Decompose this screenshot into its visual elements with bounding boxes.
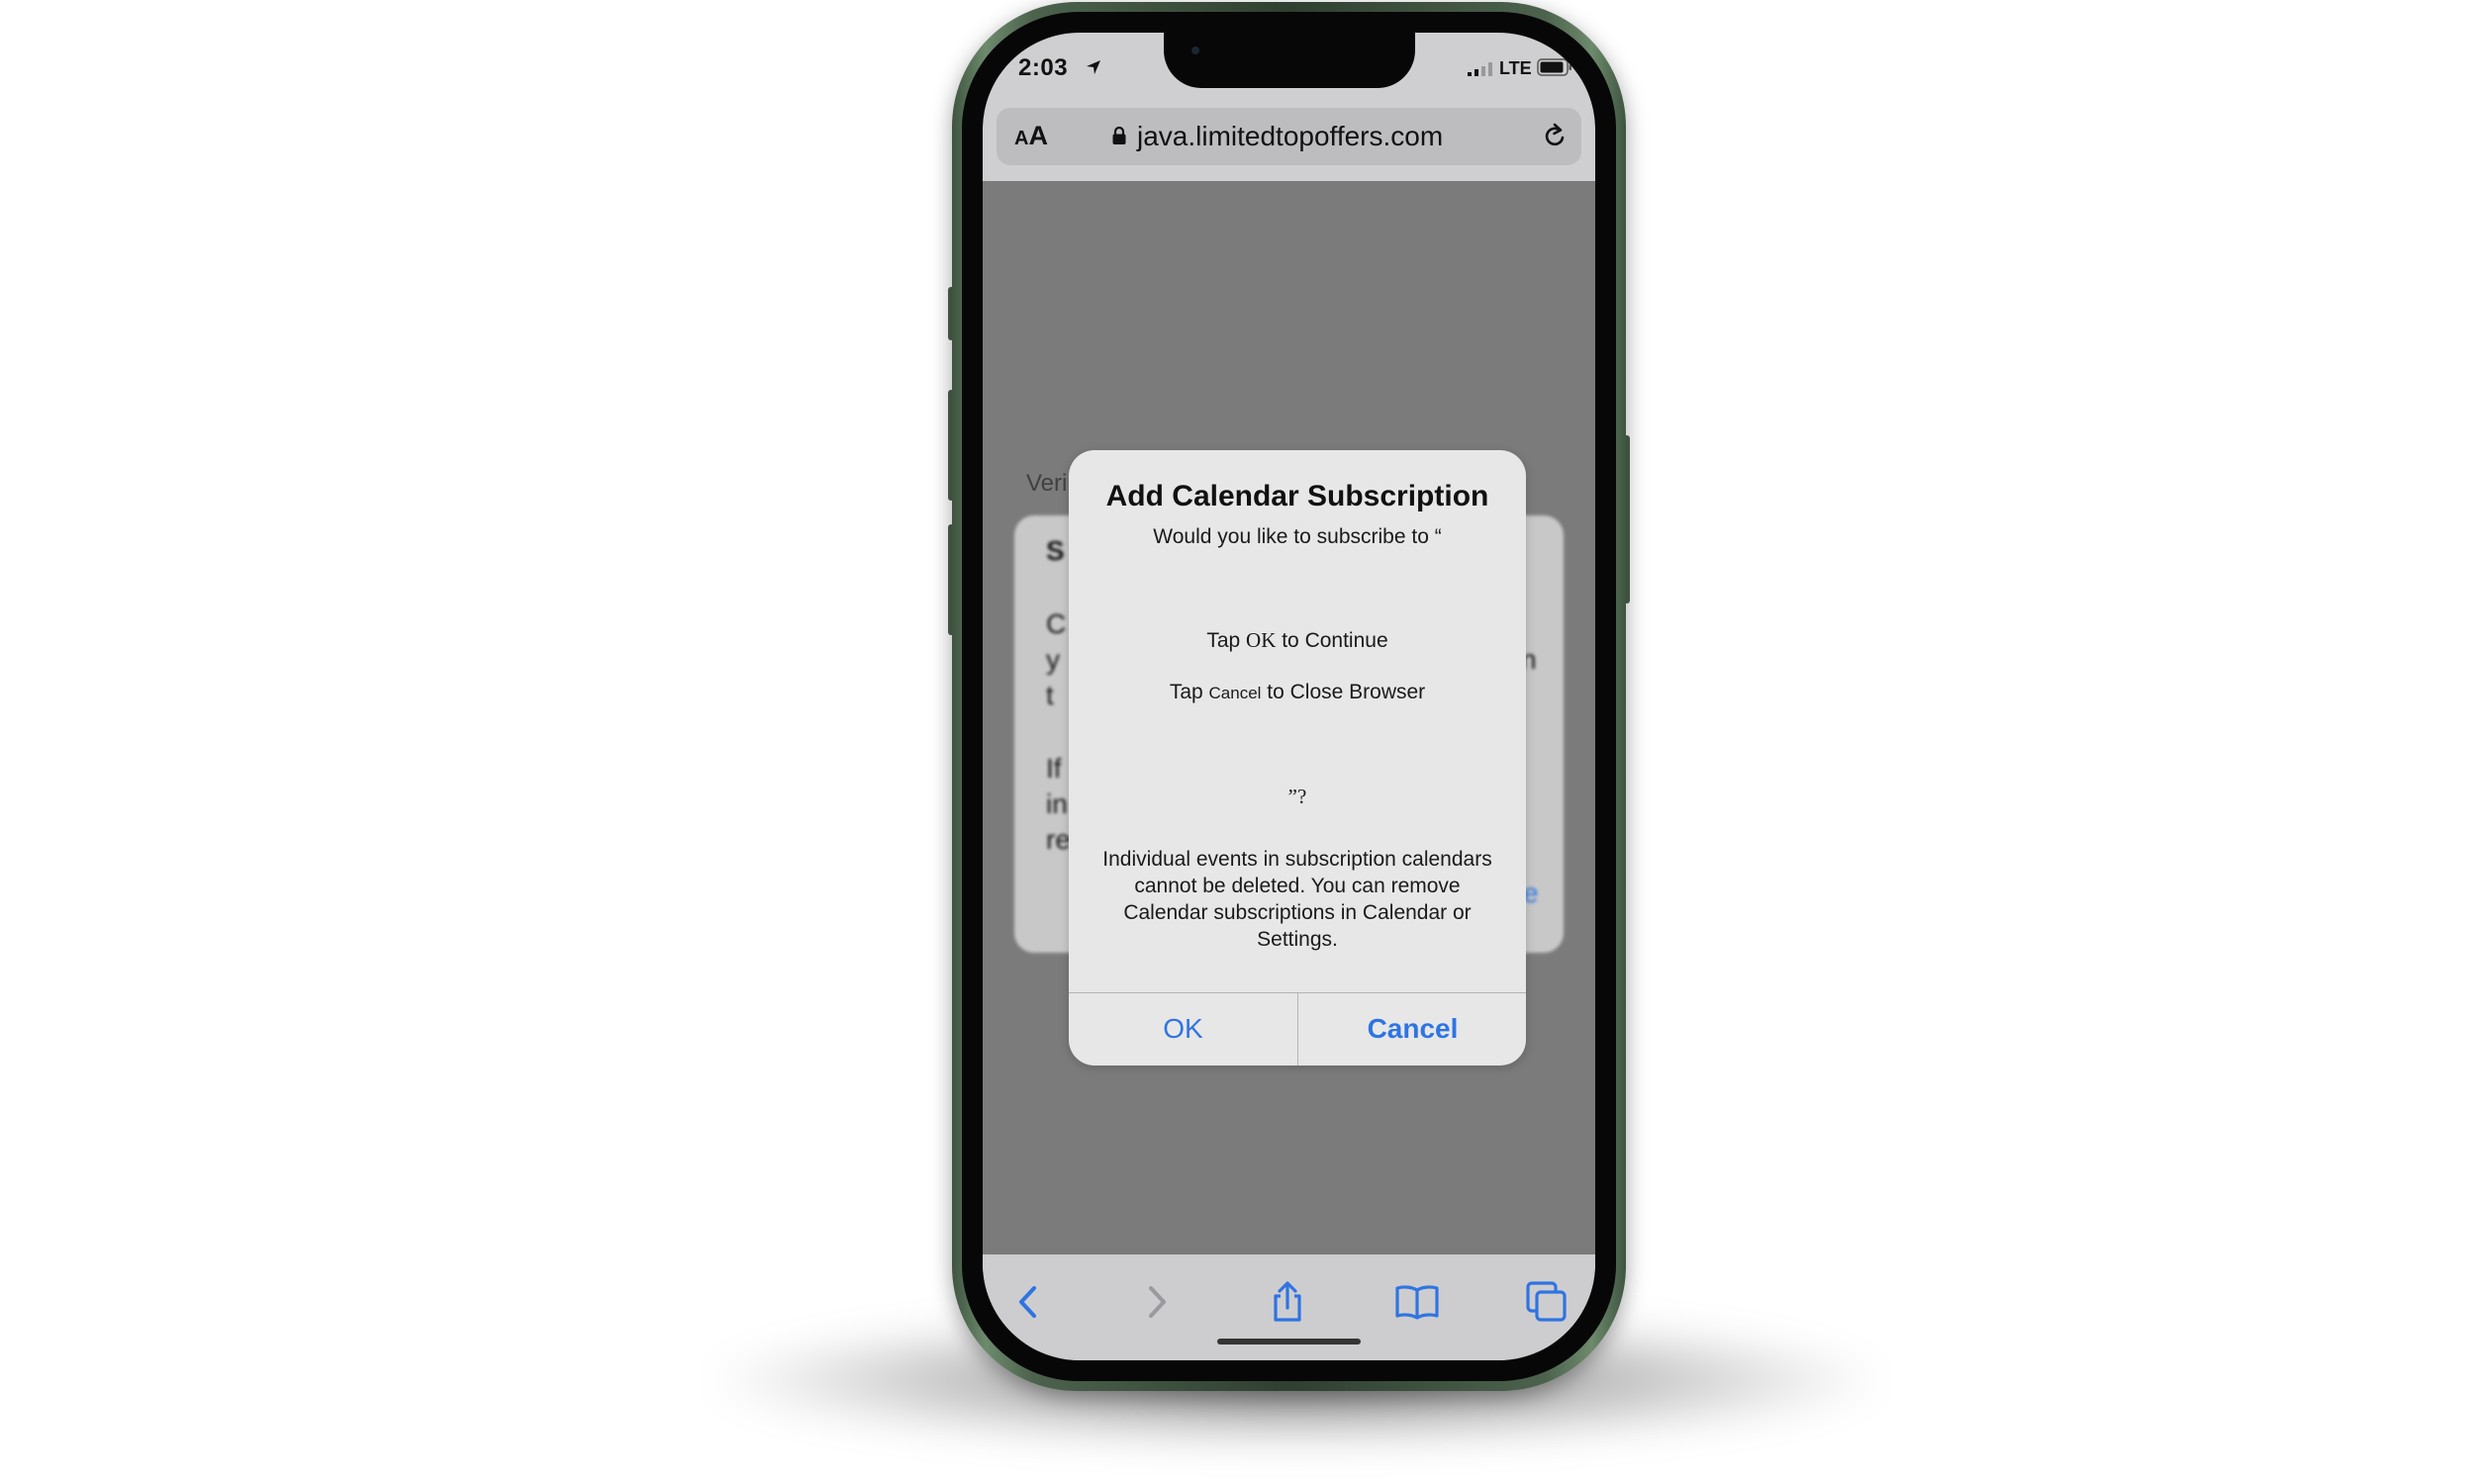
status-time: 2:03 (1018, 54, 1069, 81)
signal-strength-icon (1468, 62, 1492, 76)
url-text[interactable]: java.limitedtopoffers.com (1137, 121, 1443, 152)
location-arrow-icon (1087, 60, 1100, 74)
alert-subtitle: Would you like to subscribe to “ (1153, 525, 1442, 548)
alert-closing-quote: ”? (1287, 785, 1307, 808)
text-size-small-label: A (1014, 128, 1029, 149)
page-content-overlay: Veri S C y t If in re n se Add Calendar … (983, 181, 1595, 1254)
text-size-large-label: A (1028, 121, 1048, 150)
text-size-button[interactable]: AA (1014, 121, 1048, 151)
background-text-fragment: S (1046, 535, 1065, 566)
background-header-fragment: Veri (1026, 470, 1068, 497)
bookmarks-icon[interactable] (1393, 1278, 1441, 1326)
background-text-fragment: If (1046, 753, 1062, 784)
home-indicator[interactable] (1217, 1339, 1361, 1345)
reload-icon[interactable] (1541, 123, 1569, 150)
forward-icon[interactable] (1133, 1278, 1181, 1326)
carrier-label: LTE (1499, 58, 1532, 78)
instruction-prefix: Tap (1169, 681, 1209, 703)
back-icon[interactable] (1004, 1278, 1052, 1326)
notch (1164, 33, 1415, 88)
alert-note: Individual events in subscription calend… (1102, 848, 1492, 951)
phone-screen: 2:03 LTE AA java.limitedtopoffers.com Ve… (983, 33, 1595, 1360)
battery-icon (1537, 58, 1571, 76)
stage: 2:03 LTE AA java.limitedtopoffers.com Ve… (0, 0, 2474, 1484)
alert-instruction-ok: Tap OK to Continue (1069, 628, 1526, 653)
background-text-fragment: y (1046, 644, 1060, 675)
instruction-key: Cancel (1208, 684, 1262, 702)
instruction-prefix: Tap (1206, 629, 1247, 652)
instruction-suffix: to Continue (1276, 629, 1388, 652)
alert-title: Add Calendar Subscription (1105, 480, 1489, 512)
lock-icon (1112, 126, 1126, 144)
background-text-fragment: in (1046, 788, 1068, 819)
tabs-icon[interactable] (1523, 1278, 1570, 1326)
instruction-suffix: to Close Browser (1261, 681, 1426, 703)
ok-button[interactable]: OK (1069, 992, 1297, 1066)
instruction-key: OK (1246, 628, 1277, 652)
alert-instruction-cancel: Tap Cancel to Close Browser (1069, 681, 1526, 704)
cancel-button[interactable]: Cancel (1298, 992, 1526, 1066)
share-icon[interactable] (1264, 1278, 1311, 1326)
camera-icon (1191, 46, 1199, 54)
address-bar[interactable]: AA java.limitedtopoffers.com (997, 108, 1581, 165)
background-text-fragment: re (1046, 824, 1071, 855)
calendar-subscription-alert: Add Calendar Subscription Would you like… (1069, 450, 1526, 1066)
background-text-fragment: C (1046, 608, 1067, 639)
background-text-fragment: t (1046, 680, 1054, 710)
